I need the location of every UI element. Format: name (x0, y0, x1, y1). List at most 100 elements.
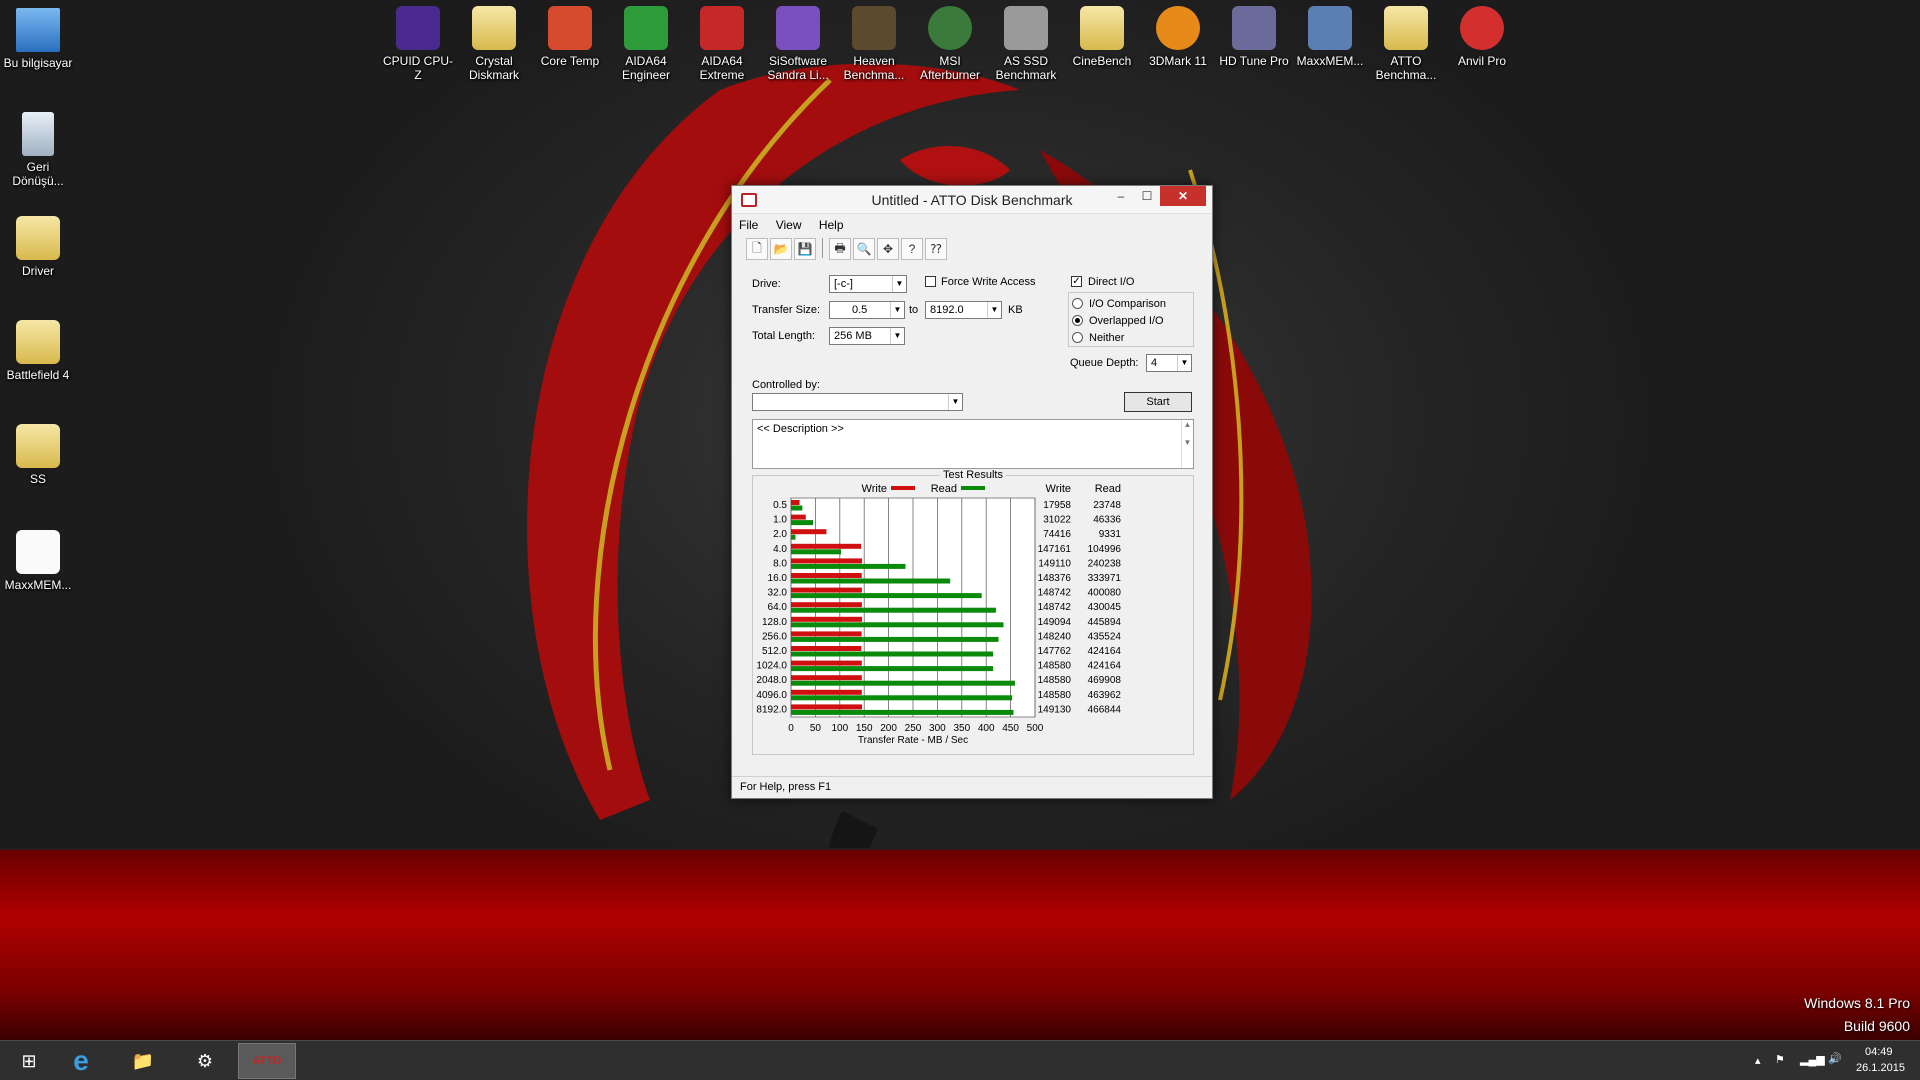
save-icon[interactable]: 💾 (794, 238, 816, 260)
direct-io-label: Direct I/O (1088, 276, 1135, 288)
desktop-icon[interactable]: AIDA64 Engineer (608, 6, 684, 82)
desktop-icon[interactable]: Crystal Diskmark (456, 6, 532, 82)
print-icon[interactable]: 🖶 (829, 238, 851, 260)
direct-io-checkbox[interactable]: ✓ (1071, 276, 1082, 287)
overlapped-io-radio[interactable] (1072, 315, 1083, 326)
transfer-size-label: Transfer Size: (752, 304, 821, 316)
neither-radio[interactable] (1072, 332, 1083, 343)
open-icon[interactable]: 📂 (770, 238, 792, 260)
read-bar (791, 549, 842, 555)
force-write-label: Force Write Access (941, 276, 1036, 288)
write-bar (791, 543, 862, 549)
y-category-label: 128.0 (762, 617, 787, 628)
atto-window[interactable]: Untitled - ATTO Disk Benchmark – ☐ ✕ Fil… (731, 185, 1213, 799)
chevron-down-icon[interactable]: ▼ (948, 394, 962, 410)
chevron-down-icon[interactable]: ▼ (890, 302, 904, 318)
total-length-label: Total Length: (752, 330, 815, 342)
desktop-icon[interactable]: SS (0, 424, 76, 486)
read-value: 445894 (1088, 617, 1122, 628)
description-box[interactable]: << Description >> ▲ ▼ (752, 419, 1194, 469)
transfer-from-select[interactable]: 0.5 ▼ (829, 301, 905, 319)
description-scrollbar[interactable]: ▲ ▼ (1181, 420, 1193, 468)
desktop-icon[interactable]: Heaven Benchma... (836, 6, 912, 82)
desktop-icon[interactable]: HD Tune Pro (1216, 6, 1292, 68)
network-icon[interactable]: ▂▄▆ (1800, 1053, 1825, 1066)
internet-explorer-icon[interactable]: e (52, 1043, 110, 1079)
print-preview-icon[interactable]: 🔍 (853, 238, 875, 260)
y-category-label: 16.0 (768, 573, 788, 584)
tray-expand-icon[interactable]: ▴ (1755, 1054, 1761, 1067)
desktop-icon[interactable]: Core Temp (532, 6, 608, 68)
clock-date[interactable]: 26.1.2015 (1856, 1062, 1905, 1074)
desktop-icon[interactable]: CineBench (1064, 6, 1140, 68)
desktop-icon[interactable]: AIDA64 Extreme (684, 6, 760, 82)
y-category-label: 4.0 (773, 544, 787, 555)
controlled-by-select[interactable]: ▼ (752, 393, 963, 411)
help-icon[interactable]: ? (901, 238, 923, 260)
write-value: 148580 (1038, 675, 1072, 686)
desktop-icon[interactable]: Anvil Pro (1444, 6, 1520, 68)
close-button[interactable]: ✕ (1160, 186, 1206, 206)
force-write-checkbox[interactable] (925, 276, 936, 287)
x-tick-label: 350 (953, 723, 970, 734)
desktop-icon[interactable]: Driver (0, 216, 76, 278)
y-category-label: 256.0 (762, 631, 787, 642)
read-bar (791, 622, 1004, 628)
write-bar (791, 689, 862, 695)
desktop-icon[interactable]: Battlefield 4 (0, 320, 76, 382)
cpuz-icon (396, 6, 440, 50)
transfer-to-label: to (909, 304, 919, 316)
volume-icon[interactable]: 🔊 (1828, 1052, 1842, 1065)
computer-icon (16, 8, 60, 52)
transfer-to-select[interactable]: 8192.0 ▼ (925, 301, 1002, 319)
desktop-icon[interactable]: AS SSD Benchmark (988, 6, 1064, 82)
folder-icon (1080, 6, 1124, 50)
atto-taskbar-icon[interactable]: ATTO (238, 1043, 296, 1079)
start-icon[interactable]: ⊞ (0, 1043, 58, 1079)
io-comparison-radio[interactable] (1072, 298, 1083, 309)
read-value: 46336 (1093, 515, 1121, 526)
chevron-down-icon[interactable]: ▼ (1177, 355, 1191, 371)
new-icon[interactable]: 🗋 (746, 238, 768, 260)
desktop-icon[interactable]: MaxxMEM... (0, 530, 76, 592)
menu-help[interactable]: Help (812, 215, 851, 235)
write-bar (791, 500, 800, 505)
x-tick-label: 200 (880, 723, 897, 734)
desktop-icon[interactable]: SiSoftware Sandra Li... (760, 6, 836, 82)
desktop-icon[interactable]: MaxxMEM... (1292, 6, 1368, 68)
move-icon[interactable]: ✥ (877, 238, 899, 260)
context-help-icon[interactable]: ⁇ (925, 238, 947, 260)
read-bar (791, 534, 796, 540)
minimize-button[interactable]: – (1108, 186, 1134, 206)
desktop-icon[interactable]: Bu bilgisayar (0, 8, 76, 70)
menu-view[interactable]: View (769, 215, 809, 235)
clock-time[interactable]: 04:49 (1865, 1046, 1893, 1058)
file-explorer-icon[interactable]: 📁 (114, 1043, 172, 1079)
action-center-icon[interactable]: ⚑ (1775, 1053, 1785, 1066)
start-button[interactable]: Start (1124, 392, 1192, 412)
queue-depth-select[interactable]: 4 ▼ (1146, 354, 1192, 372)
windows-edition-watermark: Windows 8.1 Pro (1804, 995, 1910, 1011)
read-value: 469908 (1088, 675, 1122, 686)
maximize-button[interactable]: ☐ (1134, 186, 1160, 206)
y-category-label: 0.5 (773, 500, 787, 511)
desktop-icon[interactable]: Geri Dönüşü... (0, 112, 76, 188)
desktop-icon[interactable]: MSI Afterburner (912, 6, 988, 82)
desktop-icon-label: AIDA64 Extreme (699, 54, 745, 82)
total-length-select[interactable]: 256 MB ▼ (829, 327, 905, 345)
menu-file[interactable]: File (732, 215, 765, 235)
drive-select[interactable]: [-c-] ▼ (829, 275, 907, 293)
desktop-icon-label: MaxxMEM... (1296, 54, 1364, 68)
desktop-icon[interactable]: ATTO Benchma... (1368, 6, 1444, 82)
title-bar[interactable]: Untitled - ATTO Disk Benchmark – ☐ ✕ (732, 186, 1212, 214)
desktop-icon[interactable]: 3DMark 11 (1140, 6, 1216, 68)
chevron-down-icon[interactable]: ▼ (987, 302, 1001, 318)
pinned-app-icon[interactable]: ⚙ (176, 1043, 234, 1079)
chevron-down-icon[interactable]: ▼ (890, 328, 904, 344)
write-value: 147161 (1038, 544, 1072, 555)
desktop-icon[interactable]: CPUID CPU-Z (380, 6, 456, 82)
read-value: 240238 (1088, 558, 1122, 569)
x-tick-label: 100 (831, 723, 848, 734)
desktop-icon-label: SS (29, 472, 46, 486)
chevron-down-icon[interactable]: ▼ (892, 276, 906, 292)
